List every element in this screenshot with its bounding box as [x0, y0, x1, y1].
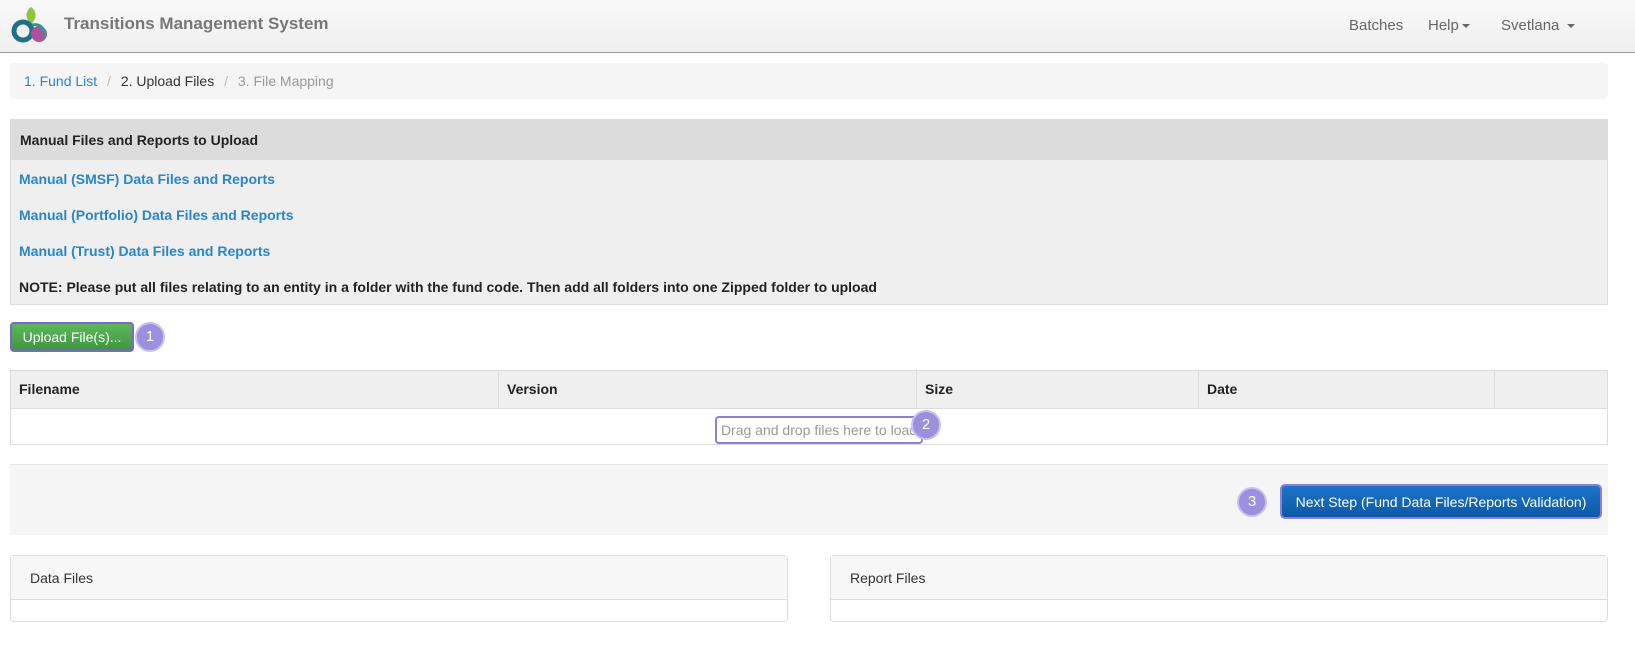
breadcrumb: 1. Fund List / 2. Upload Files / 3. File…	[10, 63, 1608, 99]
note-label: NOTE	[19, 279, 58, 295]
column-header-date[interactable]: Date	[1199, 371, 1495, 408]
chevron-down-icon	[1461, 24, 1470, 29]
column-header-size[interactable]: Size	[917, 371, 1199, 408]
step-badge-2: 2	[911, 410, 941, 440]
step-badge-3: 3	[1237, 487, 1267, 517]
nav-user-dropdown[interactable]: Svetlana	[1501, 17, 1575, 34]
report-files-panel-header: Report Files	[831, 556, 1607, 600]
action-bar: Next Step (Fund Data Files/Reports Valid…	[10, 464, 1608, 535]
nav-user-label: Svetlana	[1501, 17, 1560, 34]
files-table: Filename Version Size Date Drag and drop…	[10, 370, 1608, 445]
step-badge-1: 1	[135, 322, 165, 352]
chevron-down-icon	[1566, 24, 1575, 29]
manual-files-panel: Manual Files and Reports to Upload Manua…	[10, 119, 1608, 305]
note-text: : Please put all files relating to an en…	[57, 279, 877, 295]
column-header-actions	[1495, 371, 1607, 408]
app-title: Transitions Management System	[64, 14, 329, 33]
files-table-header: Filename Version Size Date	[11, 371, 1607, 409]
manual-trust-link[interactable]: Manual (Trust) Data Files and Reports	[19, 243, 270, 259]
nav-help-label: Help	[1428, 17, 1459, 34]
breadcrumb-upload-files: 2. Upload Files	[120, 73, 215, 89]
breadcrumb-fund-list[interactable]: 1. Fund List	[24, 73, 97, 89]
data-files-panel-header: Data Files	[11, 556, 787, 600]
nav-batches-link[interactable]: Batches	[1349, 17, 1403, 34]
manual-files-panel-header: Manual Files and Reports to Upload	[11, 120, 1607, 160]
nav-help-dropdown[interactable]: Help	[1428, 17, 1470, 34]
report-files-panel: Report Files	[830, 555, 1608, 622]
app-logo-icon[interactable]	[10, 5, 52, 47]
breadcrumb-separator: /	[224, 73, 228, 89]
file-dropzone[interactable]: Drag and drop files here to load	[715, 416, 923, 444]
manual-smsf-link[interactable]: Manual (SMSF) Data Files and Reports	[19, 171, 275, 187]
data-files-panel: Data Files	[10, 555, 788, 622]
breadcrumb-separator: /	[107, 73, 111, 89]
upload-note: NOTE: Please put all files relating to a…	[19, 279, 877, 295]
breadcrumb-file-mapping: 3. File Mapping	[237, 73, 334, 89]
column-header-filename[interactable]: Filename	[11, 371, 499, 408]
column-header-version[interactable]: Version	[499, 371, 917, 408]
manual-portfolio-link[interactable]: Manual (Portfolio) Data Files and Report…	[19, 207, 294, 223]
next-step-button[interactable]: Next Step (Fund Data Files/Reports Valid…	[1280, 484, 1602, 519]
top-navbar: Transitions Management System Batches He…	[0, 0, 1635, 53]
upload-files-button[interactable]: Upload File(s)...	[10, 322, 134, 352]
